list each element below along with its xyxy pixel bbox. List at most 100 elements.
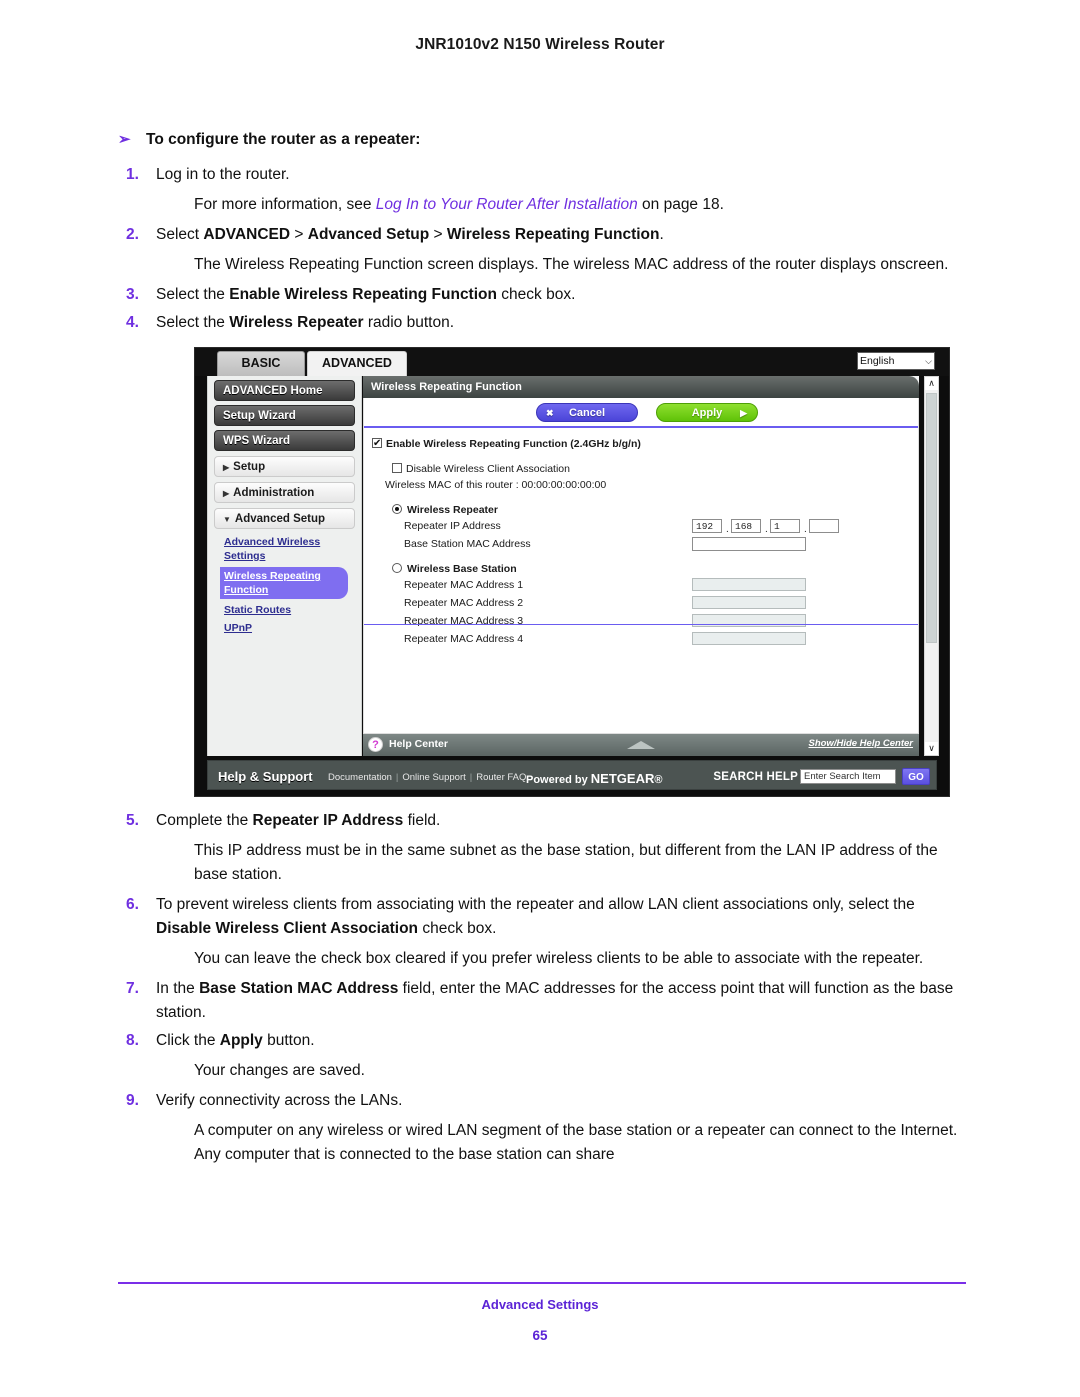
step-9-note: A computer on any wireless or wired LAN … — [194, 1122, 958, 1163]
sidebar-item-advanced-home[interactable]: ADVANCED Home — [214, 380, 355, 401]
sidebar-item-wps-wizard[interactable]: WPS Wizard — [214, 430, 355, 451]
apply-button[interactable]: Apply ▶ — [656, 403, 758, 422]
repeater-mac-3-input[interactable] — [692, 614, 806, 627]
repeater-ip-octet-1[interactable]: 192 — [692, 519, 722, 533]
step-2: 2. Select ADVANCED > Advanced Setup > Wi… — [118, 223, 966, 247]
step-4-text: Select the Wireless Repeater radio butto… — [156, 311, 966, 335]
collapse-arrow-icon[interactable] — [627, 741, 655, 749]
tab-basic[interactable]: BASIC — [217, 351, 305, 376]
sidebar-link-advanced-wireless-settings-line2: Settings — [224, 550, 266, 562]
cancel-button[interactable]: ✖ Cancel — [536, 403, 638, 422]
language-select-value: English — [860, 355, 895, 367]
enable-repeating-label: Enable Wireless Repeating Function (2.4G… — [386, 438, 641, 450]
wireless-repeater-row: Wireless Repeater — [392, 502, 918, 518]
router-main-pane: Wireless Repeating Function ✖ Cancel App… — [363, 376, 919, 756]
step-7-bold: Base Station MAC Address — [199, 980, 399, 997]
show-hide-help-center-link[interactable]: Show/Hide Help Center — [808, 738, 913, 749]
step-4-number: 4. — [126, 314, 139, 331]
step-2-post: . — [659, 226, 664, 243]
step-8: 8. Click the Apply button. — [118, 1029, 966, 1053]
step-6: 6. To prevent wireless clients from asso… — [118, 893, 966, 941]
powered-by-text: Powered by — [526, 774, 591, 786]
footer-divider — [118, 1282, 966, 1284]
repeating-function-form: Enable Wireless Repeating Function (2.4G… — [364, 428, 918, 649]
sidebar-section-setup-label: Setup — [233, 461, 266, 473]
sidebar-link-wireless-repeating-function[interactable]: Wireless Repeating Function — [220, 567, 348, 599]
step-4-post: radio button. — [363, 314, 454, 331]
wireless-base-station-radio[interactable] — [392, 563, 402, 573]
step-3-post: check box. — [496, 286, 576, 303]
step-3-text: Select the Enable Wireless Repeating Fun… — [156, 283, 966, 307]
sidebar-link-advanced-wireless-settings[interactable]: Advanced Wireless Settings — [224, 535, 361, 563]
disable-client-association-checkbox[interactable] — [392, 463, 402, 473]
step-3: 3. Select the Enable Wireless Repeating … — [118, 283, 966, 307]
repeater-mac-3-row: Repeater MAC Address 3 — [404, 613, 918, 631]
procedure-heading: To configure the router as a repeater: — [146, 131, 421, 148]
step-2-pre: Select — [156, 226, 204, 243]
repeater-mac-4-input[interactable] — [692, 632, 806, 645]
question-mark-icon: ? — [368, 737, 383, 752]
enable-repeating-checkbox[interactable] — [372, 436, 382, 452]
step-9: 9. Verify connectivity across the LANs. — [118, 1089, 966, 1113]
step-8-number: 8. — [126, 1032, 139, 1049]
step-5: 5. Complete the Repeater IP Address fiel… — [118, 809, 966, 833]
wireless-repeater-radio[interactable] — [392, 504, 402, 514]
step-6-text: To prevent wireless clients from associa… — [156, 893, 966, 941]
search-help-input[interactable]: Enter Search Item — [800, 769, 896, 784]
wireless-repeater-label: Wireless Repeater — [407, 504, 498, 516]
step-1-note-post: on page 18. — [637, 196, 724, 213]
main-pane-scrollbar[interactable]: ∧ ∨ — [924, 376, 939, 756]
language-select[interactable]: English ⌵ — [857, 352, 935, 370]
sidebar-section-advanced-setup[interactable]: ▼ Advanced Setup — [214, 508, 355, 529]
step-9-number: 9. — [126, 1092, 139, 1109]
procedure-heading-row: ➢ To configure the router as a repeater: — [118, 130, 966, 149]
arrow-bullet-icon: ➢ — [118, 131, 131, 148]
step-7: 7. In the Base Station MAC Address field… — [118, 977, 966, 1025]
support-link-documentation[interactable]: Documentation — [328, 772, 392, 783]
sidebar-link-upnp[interactable]: UPnP — [224, 621, 361, 635]
step-1: 1. Log in to the router. — [118, 163, 966, 187]
form-bottom-divider — [364, 624, 918, 625]
repeater-ip-octet-2[interactable]: 168 — [731, 519, 761, 533]
router-admin-screenshot: BASIC ADVANCED English ⌵ ADVANCED Home S… — [194, 347, 950, 797]
sidebar-item-setup-wizard[interactable]: Setup Wizard — [214, 405, 355, 426]
sidebar-section-setup[interactable]: ▶ Setup — [214, 456, 355, 477]
repeater-ip-octet-3[interactable]: 1 — [770, 519, 800, 533]
chevron-down-icon: ▼ — [223, 515, 231, 524]
document-body: ➢ To configure the router as a repeater:… — [118, 130, 966, 1173]
help-center-bar[interactable]: ? Help Center Show/Hide Help Center — [363, 734, 919, 756]
sidebar-link-static-routes[interactable]: Static Routes — [224, 603, 361, 617]
chevron-down-icon: ⌵ — [925, 356, 932, 366]
footer-page-number: 65 — [532, 1328, 548, 1343]
tab-advanced[interactable]: ADVANCED — [307, 351, 407, 376]
support-link-router-faq[interactable]: Router FAQ — [476, 772, 526, 783]
repeater-ip-row: Repeater IP Address 192 . 168 . 1 . — [404, 518, 918, 536]
support-link-online-support[interactable]: Online Support — [402, 772, 465, 783]
sidebar-section-administration[interactable]: ▶ Administration — [214, 482, 355, 503]
base-station-mac-input[interactable] — [692, 537, 806, 551]
step-5-number: 5. — [126, 812, 139, 829]
play-arrow-icon: ▶ — [740, 407, 747, 418]
sidebar-sublinks: Advanced Wireless Settings Wireless Repe… — [220, 535, 361, 635]
cross-reference-link[interactable]: Log In to Your Router After Installation — [376, 196, 638, 213]
repeater-mac-1-input[interactable] — [692, 578, 806, 591]
repeater-mac-2-input[interactable] — [692, 596, 806, 609]
scrollbar-thumb[interactable] — [926, 393, 937, 643]
scroll-down-icon[interactable]: ∨ — [925, 742, 938, 755]
step-8-pre: Click the — [156, 1032, 220, 1049]
help-and-support-bar: Help & Support Documentation | Online Supp… — [207, 760, 937, 790]
search-go-button[interactable]: GO — [902, 768, 930, 785]
repeater-ip-octet-4[interactable] — [809, 519, 839, 533]
wireless-base-station-row: Wireless Base Station — [392, 561, 918, 577]
step-2-bold-advanced: ADVANCED — [203, 226, 291, 243]
step-9-text: Verify connectivity across the LANs. — [156, 1092, 403, 1109]
disable-client-association-label: Disable Wireless Client Association — [406, 463, 570, 475]
scroll-up-icon[interactable]: ∧ — [925, 377, 938, 390]
step-8-text: Click the Apply button. — [156, 1029, 966, 1053]
repeater-mac-2-row: Repeater MAC Address 2 — [404, 595, 918, 613]
step-3-bold: Enable Wireless Repeating Function — [229, 286, 497, 303]
step-2-sep-2: > — [429, 226, 447, 243]
step-5-text: Complete the Repeater IP Address field. — [156, 809, 966, 833]
wireless-mac-text: Wireless MAC of this router : 00:00:00:0… — [385, 479, 607, 491]
step-2-note: The Wireless Repeating Function screen d… — [194, 256, 949, 273]
